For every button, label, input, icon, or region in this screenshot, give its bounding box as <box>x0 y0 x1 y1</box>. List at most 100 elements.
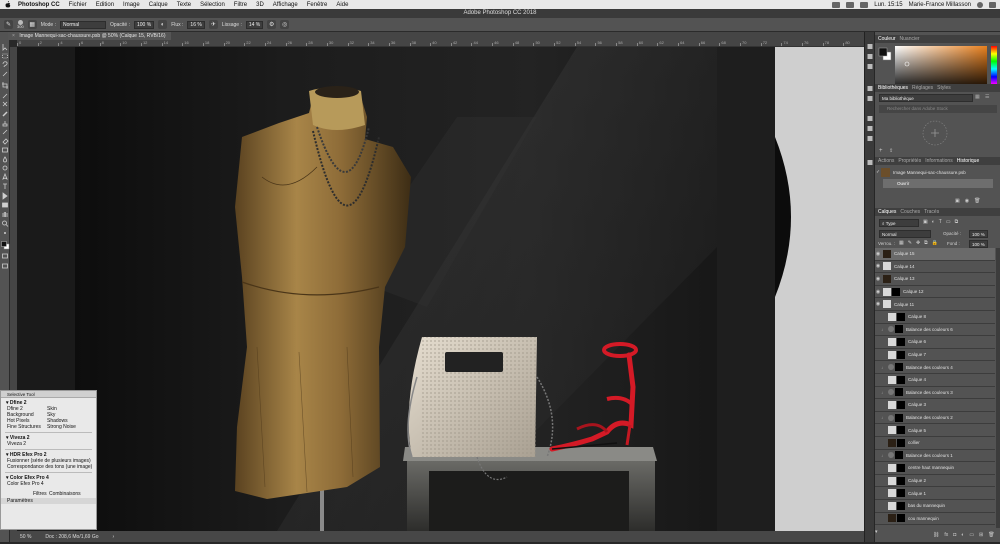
library-add-icon[interactable]: + <box>879 148 883 154</box>
layer-mask-thumbnail[interactable] <box>895 451 903 460</box>
new-group-icon[interactable]: ▭ <box>969 532 974 538</box>
new-document-from-state-icon[interactable]: ▣ <box>955 198 960 204</box>
layer-row[interactable]: ↓ Balance des couleurs 2 <box>875 412 995 425</box>
new-adjustment-icon[interactable]: ◐ <box>961 532 964 538</box>
adobe-cc-icon[interactable] <box>832 1 841 8</box>
layer-row[interactable]: Calque 3 <box>875 399 995 412</box>
library-upload-icon[interactable]: ⇪ <box>889 148 893 154</box>
spotlight-icon[interactable] <box>977 1 983 8</box>
tab-historique[interactable]: Historique <box>957 158 980 164</box>
lock-position-icon[interactable]: ✥ <box>916 240 920 246</box>
menu-texte[interactable]: Texte <box>177 2 191 8</box>
layer-mask-thumbnail[interactable] <box>897 463 905 472</box>
layer-mask-thumbnail[interactable] <box>897 501 905 510</box>
status-menu-arrow-icon[interactable]: › <box>113 534 115 540</box>
library-grid-view-icon[interactable]: ▦ <box>975 94 980 100</box>
layer-mask-thumbnail[interactable] <box>897 426 905 435</box>
lissage-field[interactable]: 14 % <box>245 20 264 29</box>
layer-row[interactable]: ↓ Balance des couleurs 4 <box>875 361 995 374</box>
eye-visible-icon[interactable]: ◉ <box>875 263 881 269</box>
layer-mask-thumbnail[interactable] <box>895 413 903 422</box>
layer-row[interactable]: ↓ Balance des couleurs 1 <box>875 450 995 463</box>
library-list-view-icon[interactable]: ☰ <box>985 94 989 100</box>
layer-mask-thumbnail[interactable] <box>895 388 903 397</box>
layer-mask-thumbnail[interactable] <box>897 476 905 485</box>
layer-row[interactable]: ◉ Calque 14 <box>875 261 995 274</box>
opacity-field[interactable]: 100 % <box>134 20 155 29</box>
layer-row[interactable]: cou mannequin <box>875 513 995 526</box>
menu-selection[interactable]: Sélection <box>200 2 225 8</box>
plugin-title-bar[interactable]: Selective Tool <box>1 391 96 398</box>
layer-mask-thumbnail[interactable] <box>897 514 905 523</box>
menu-3d[interactable]: 3D <box>256 2 264 8</box>
viveza-item[interactable]: Viveza 2 <box>1 441 96 447</box>
brush-size-picker[interactable]: 300 <box>17 20 24 29</box>
menu-calque[interactable]: Calque <box>149 2 168 8</box>
document-canvas[interactable] <box>17 47 864 531</box>
stock-search-input[interactable]: Rechercher dans Adobe Stock <box>879 105 997 113</box>
menu-image[interactable]: Image <box>123 2 140 8</box>
tab-couleur[interactable]: Couleur <box>878 36 896 42</box>
layers-scrollbar[interactable] <box>996 248 1000 528</box>
layer-mask-thumbnail[interactable] <box>897 375 905 384</box>
filtres-tab[interactable]: Filtres <box>33 491 49 497</box>
wifi-icon[interactable] <box>846 1 855 8</box>
layer-mask-thumbnail[interactable] <box>897 337 905 346</box>
apple-icon[interactable] <box>4 1 12 8</box>
layer-row[interactable]: ◉ Calque 12 <box>875 286 995 299</box>
layer-row[interactable]: Calque 7 <box>875 349 995 362</box>
layer-row[interactable]: Calque 2 <box>875 475 995 488</box>
filter-smart-object-icon[interactable]: ⧉ <box>955 219 959 225</box>
tab-couches[interactable]: Couches <box>900 209 920 215</box>
brush-tool-preset-icon[interactable]: ✎ <box>4 20 13 29</box>
airbrush-icon[interactable]: ✈ <box>208 20 218 29</box>
size-pressure-icon[interactable]: ◎ <box>280 20 290 29</box>
fill-field[interactable]: 100 % <box>969 240 988 248</box>
zoom-level[interactable]: 50 % <box>20 534 31 540</box>
tab-reglages[interactable]: Réglages <box>912 85 933 91</box>
dfine-row-4[interactable]: Fine Structures Strong Noise <box>1 424 96 430</box>
eye-visible-icon[interactable]: ◉ <box>875 289 881 295</box>
link-layers-icon[interactable]: ⛓ <box>933 532 939 538</box>
layer-row[interactable]: ↓ Balance des couleurs 6 <box>875 324 995 337</box>
menu-filtre[interactable]: Filtre <box>234 2 247 8</box>
layer-row[interactable]: ↓ Balance des couleurs 3 <box>875 387 995 400</box>
lock-all-icon[interactable]: 🔒 <box>932 240 938 246</box>
tab-nuancier[interactable]: Nuancier <box>900 36 920 42</box>
delete-state-icon[interactable]: 🗑 <box>974 198 980 204</box>
user-name[interactable]: Marie-France Millasson <box>909 2 971 8</box>
smoothing-settings-gear-icon[interactable]: ⚙ <box>267 20 277 29</box>
color-efex-item[interactable]: Color Efex Pro 4 <box>1 481 96 487</box>
menu-fenetre[interactable]: Fenêtre <box>307 2 328 8</box>
layer-mask-thumbnail[interactable] <box>897 400 905 409</box>
filter-shape-icon[interactable]: ▭ <box>946 219 951 225</box>
horizontal-ruler[interactable]: 0 2 4 6 8 10 12 14 16 18 20 22 24 26 28 30 32 34 36 38 40 42 4… <box>17 40 864 47</box>
filter-type-icon[interactable]: T <box>939 219 942 225</box>
layer-row[interactable]: centre haut mannequin <box>875 462 995 475</box>
tab-actions[interactable]: Actions <box>878 158 894 164</box>
layer-mask-thumbnail[interactable] <box>897 312 905 321</box>
tab-informations[interactable]: Informations <box>925 158 953 164</box>
layer-row[interactable]: collier <box>875 437 995 450</box>
blend-mode-select[interactable]: Normal <box>879 230 931 238</box>
layer-mask-thumbnail[interactable] <box>897 438 905 447</box>
mode-select[interactable]: Normal <box>59 20 106 29</box>
notification-center-icon[interactable] <box>989 1 996 8</box>
layer-row[interactable]: Calque 1 <box>875 487 995 500</box>
tab-calques[interactable]: Calques <box>878 209 896 215</box>
menu-fichier[interactable]: Fichier <box>69 2 87 8</box>
layer-mask-thumbnail[interactable] <box>895 325 903 334</box>
menu-affichage[interactable]: Affichage <box>273 2 298 8</box>
dfine-option[interactable]: Strong Noise <box>47 424 76 430</box>
eye-visible-icon[interactable]: ◉ <box>875 276 881 282</box>
lock-artboard-icon[interactable]: ⧉ <box>924 240 928 246</box>
eye-visible-icon[interactable]: ◉ <box>875 301 881 307</box>
layer-row[interactable]: Calque 5 <box>875 424 995 437</box>
close-tab-icon[interactable]: × <box>12 33 15 39</box>
document-tab[interactable]: × Image Mannequi-sac-chaussure.psb @ 50%… <box>8 32 172 40</box>
layer-row[interactable]: ◉ Calque 13 <box>875 273 995 286</box>
add-mask-icon[interactable]: ◘ <box>953 532 956 538</box>
filter-adjustment-icon[interactable]: ◐ <box>932 219 935 225</box>
layer-row[interactable]: ◉ Calque 15 <box>875 248 995 261</box>
tab-styles[interactable]: Styles <box>937 85 951 91</box>
